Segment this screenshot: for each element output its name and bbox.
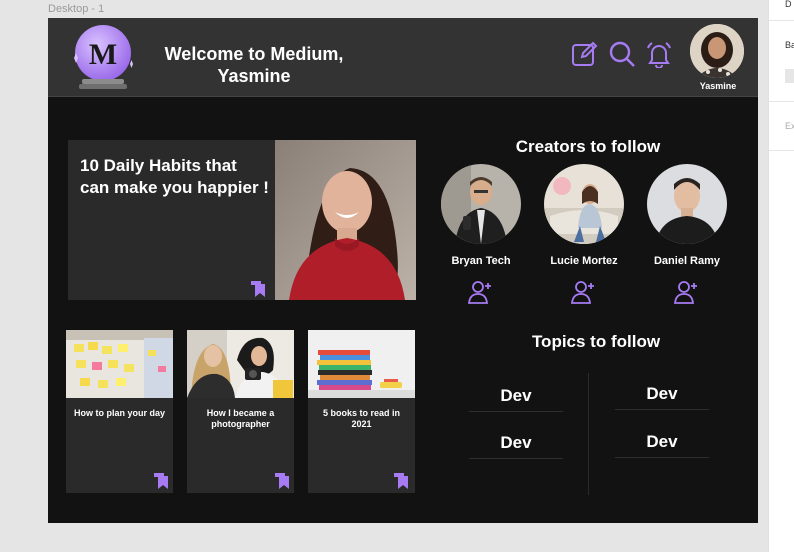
desktop-frame: M Welcome to Medium, Yasmine Yasmine 10 …	[48, 18, 758, 523]
creator-avatar[interactable]	[544, 164, 624, 244]
topic-item[interactable]: Dev	[615, 427, 709, 458]
article-card[interactable]: 5 books to read in 2021	[308, 330, 415, 493]
creator-avatar[interactable]	[647, 164, 727, 244]
topics-title: Topics to follow	[531, 332, 661, 351]
bell-icon[interactable]	[645, 40, 673, 68]
user-avatar[interactable]	[690, 24, 744, 78]
bookmark-icon[interactable]	[275, 473, 289, 489]
featured-article-title: 10 Daily Habits that can make you happie…	[80, 156, 269, 197]
welcome-title: Welcome to Medium, Yasmine	[148, 43, 360, 87]
logo-letter: M	[89, 38, 117, 71]
search-icon[interactable]	[608, 40, 636, 68]
article-image	[308, 330, 415, 398]
bookmark-icon[interactable]	[251, 281, 265, 297]
bookmark-icon[interactable]	[394, 473, 408, 489]
featured-article-card[interactable]: 10 Daily Habits that can make you happie…	[68, 140, 416, 300]
article-title: How to plan your day	[73, 408, 165, 418]
creators-title: Creators to follow	[515, 137, 661, 156]
featured-article-image	[275, 140, 416, 300]
add-user-icon[interactable]	[570, 279, 596, 305]
creator-name: Lucie Mortez	[550, 255, 618, 267]
edit-icon[interactable]	[570, 40, 598, 68]
user-name: Yasmine	[699, 81, 737, 91]
properties-panel: D Ba Ex	[768, 0, 794, 552]
panel-label-top: D	[785, 0, 792, 9]
app-header: M Welcome to Medium, Yasmine Yasmine	[48, 18, 758, 97]
panel-color-swatch[interactable]	[785, 69, 794, 83]
article-image	[66, 330, 173, 398]
topic-item[interactable]: Dev	[615, 379, 709, 410]
panel-label-background: Ba	[785, 40, 794, 50]
topic-item[interactable]: Dev	[469, 428, 563, 459]
article-image	[187, 330, 294, 398]
article-card[interactable]: How to plan your day	[66, 330, 173, 493]
add-user-icon[interactable]	[673, 279, 699, 305]
article-title: How I became a photographer	[206, 408, 275, 429]
article-card[interactable]: How I became a photographer	[187, 330, 294, 493]
crystal-ball-logo[interactable]: M	[70, 22, 140, 92]
creator-name: Daniel Ramy	[653, 255, 721, 267]
panel-label-export: Ex	[785, 121, 794, 131]
add-user-icon[interactable]	[467, 279, 493, 305]
article-title: 5 books to read in 2021	[322, 408, 400, 429]
topics-divider	[588, 373, 589, 495]
creator-name: Bryan Tech	[451, 255, 511, 267]
welcome-line-2: Yasmine	[217, 66, 291, 86]
creator-avatar[interactable]	[441, 164, 521, 244]
welcome-line-1: Welcome to Medium,	[164, 44, 344, 64]
frame-label: Desktop - 1	[48, 3, 105, 15]
topic-item[interactable]: Dev	[469, 381, 563, 412]
bookmark-icon[interactable]	[154, 473, 168, 489]
